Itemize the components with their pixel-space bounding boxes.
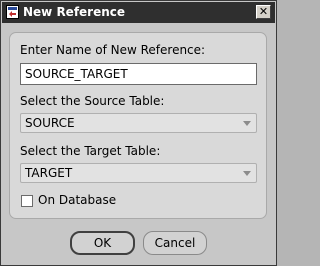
on-database-label[interactable]: On Database bbox=[38, 193, 116, 208]
on-database-checkbox[interactable] bbox=[21, 195, 33, 207]
new-reference-dialog: New Reference ✕ Enter Name of New Refere… bbox=[0, 0, 277, 266]
window-title: New Reference bbox=[23, 5, 126, 19]
close-button[interactable]: ✕ bbox=[256, 5, 271, 19]
close-icon: ✕ bbox=[258, 5, 269, 18]
chevron-down-icon bbox=[243, 121, 251, 126]
target-table-select[interactable]: TARGET bbox=[20, 163, 257, 183]
ok-button[interactable]: OK bbox=[70, 231, 135, 255]
form-panel: Enter Name of New Reference: Select the … bbox=[9, 32, 267, 219]
source-table-label: Select the Source Table: bbox=[20, 94, 165, 108]
target-table-label: Select the Target Table: bbox=[20, 144, 161, 158]
reference-name-input[interactable] bbox=[20, 63, 257, 85]
title-bar[interactable]: New Reference ✕ bbox=[2, 2, 275, 23]
name-label: Enter Name of New Reference: bbox=[20, 43, 206, 57]
target-table-value: TARGET bbox=[25, 166, 73, 180]
reference-app-icon bbox=[6, 5, 19, 19]
source-table-value: SOURCE bbox=[25, 116, 75, 130]
chevron-down-icon bbox=[243, 171, 251, 176]
cancel-button[interactable]: Cancel bbox=[143, 231, 207, 255]
source-table-select[interactable]: SOURCE bbox=[20, 113, 257, 133]
